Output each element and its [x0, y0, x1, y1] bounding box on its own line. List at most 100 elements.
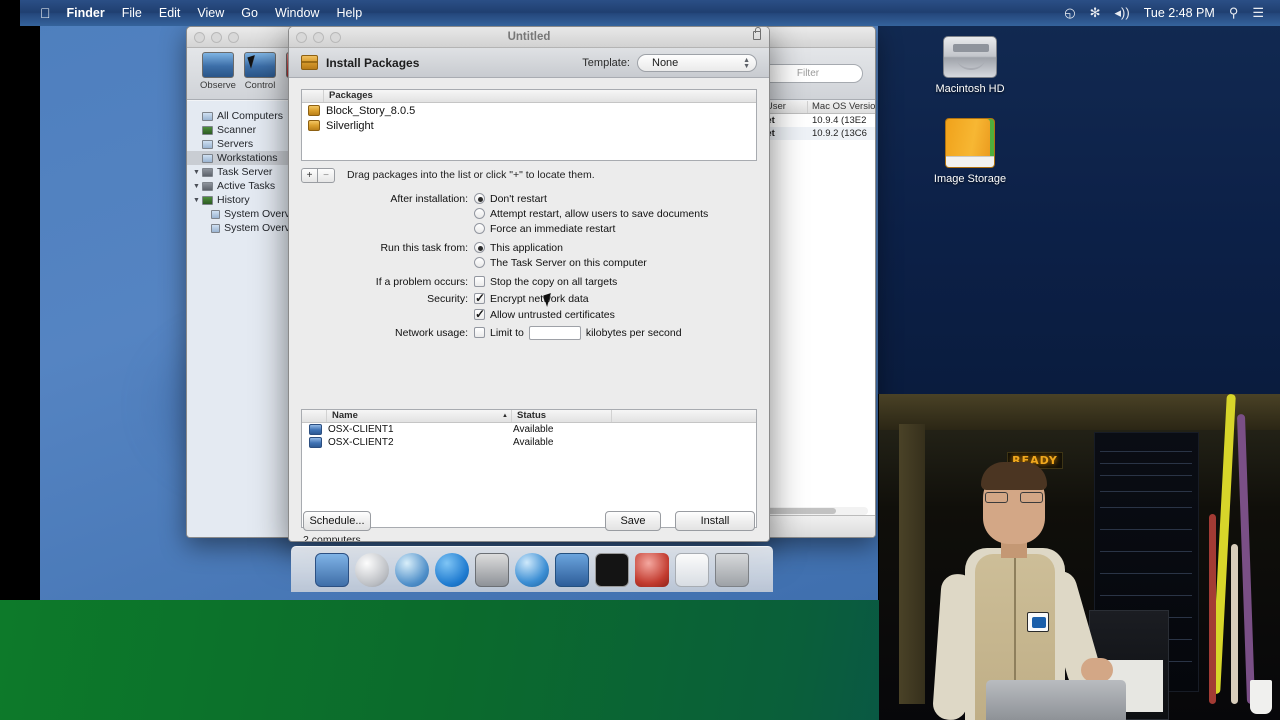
radio-icon[interactable] [474, 223, 485, 234]
install-button[interactable]: Install [675, 511, 755, 531]
sidebar-item-active-tasks[interactable]: ▼ Active Tasks [187, 179, 290, 193]
checkbox-icon[interactable] [474, 291, 485, 305]
finder-icon[interactable] [315, 552, 349, 587]
minimize-icon[interactable] [211, 32, 222, 43]
table-row[interactable]: OSX-CLIENT2 Available [302, 436, 756, 449]
option-row-task-server: The Task Server on this computer [289, 255, 769, 270]
sidebar-item-system-overview-1[interactable]: System Overv [187, 207, 290, 221]
search-icon[interactable]: ⚲ [1229, 5, 1239, 21]
menu-item-help[interactable]: Help [336, 6, 362, 20]
chevron-down-icon[interactable]: ▼ [193, 169, 202, 176]
presenter-hand [1081, 658, 1113, 682]
radio-icon[interactable] [474, 242, 485, 253]
radio-icon[interactable] [474, 208, 485, 219]
toolbar-observe-button[interactable]: Observe [197, 52, 239, 91]
hard-disk-icon [943, 36, 997, 78]
checkbox-limit-to[interactable] [474, 327, 485, 338]
column-header-packages[interactable]: Packages [324, 90, 373, 102]
install-packages-window[interactable]: Untitled Install Packages Template: None… [288, 26, 770, 542]
sidebar-item-all-computers[interactable]: All Computers [187, 109, 290, 123]
column-header-mac-os-version[interactable]: Mac OS Versio [808, 101, 875, 113]
column-header-status[interactable]: ▲ Status [502, 410, 612, 422]
cell-os-version: 10.9.4 (13E2 [812, 115, 867, 126]
menu-item-edit[interactable]: Edit [159, 6, 181, 20]
radio-dont-restart[interactable]: Don't restart [474, 193, 547, 205]
sidebar-item-system-overview-2[interactable]: System Overv [187, 221, 290, 235]
cell-os-version: 10.9.2 (13C6 [812, 128, 867, 139]
sidebar-item-workstations[interactable]: Workstations [187, 151, 290, 165]
sidebar-item-servers[interactable]: Servers [187, 137, 290, 151]
external-drive-icon [945, 118, 995, 168]
toolbar-button-label: Observe [200, 80, 236, 91]
radio-icon[interactable] [474, 257, 485, 268]
menu-bar[interactable]:  Finder File Edit View Go Window Help ◵… [20, 0, 1280, 26]
checkbox-icon[interactable] [474, 307, 485, 321]
desktop-icon-image-storage[interactable]: Image Storage [922, 118, 1018, 185]
notification-center-icon[interactable]: ☰ [1252, 5, 1264, 21]
schedule-button[interactable]: Schedule... [303, 511, 371, 531]
list-item[interactable]: Block_Story_8.0.5 [302, 103, 756, 118]
window-traffic-lights[interactable] [194, 32, 239, 43]
list-item[interactable]: Silverlight [302, 118, 756, 133]
column-header-name[interactable]: Name [327, 410, 512, 422]
menu-item-file[interactable]: File [122, 6, 142, 20]
menu-item-finder[interactable]: Finder [67, 6, 105, 20]
remote-desktop-icon[interactable] [555, 552, 589, 587]
globe-icon[interactable] [515, 552, 549, 587]
minimize-icon[interactable] [313, 32, 324, 43]
workstations-icon [202, 153, 213, 163]
sheet-titlebar[interactable]: Untitled [289, 27, 769, 48]
terminal-icon[interactable] [595, 552, 629, 587]
volume-icon[interactable]: ◂)) [1115, 5, 1130, 21]
close-icon[interactable] [194, 32, 205, 43]
checkbox-stop-copy[interactable]: Stop the copy on all targets [474, 276, 617, 288]
packages-list[interactable]: Packages Block_Story_8.0.5 Silverlight [301, 89, 757, 161]
zoom-icon[interactable] [330, 32, 341, 43]
close-icon[interactable] [296, 32, 307, 43]
app-store-icon[interactable] [435, 552, 469, 587]
option-row-force-restart: Force an immediate restart [289, 221, 769, 236]
lock-icon[interactable] [753, 27, 761, 40]
add-package-button[interactable]: + [301, 167, 318, 183]
chevron-down-icon[interactable]: ▼ [193, 197, 202, 204]
toolbar-control-button[interactable]: Control [239, 52, 281, 91]
checkbox-allow-untrusted-certificates[interactable]: Allow untrusted certificates [474, 307, 615, 321]
chevron-down-icon[interactable]: ▼ [193, 183, 202, 190]
system-preferences-icon[interactable] [475, 552, 509, 587]
trash-icon[interactable] [715, 552, 749, 587]
bluetooth-icon[interactable]: ✻ [1090, 5, 1101, 21]
table-row[interactable]: OSX-CLIENT1 Available [302, 423, 756, 436]
remove-package-button[interactable]: − [318, 167, 335, 183]
sidebar-item-task-server[interactable]: ▼ Task Server [187, 165, 290, 179]
desktop-icon-macintosh-hd[interactable]: Macintosh HD [922, 36, 1018, 95]
radio-attempt-restart[interactable]: Attempt restart, allow users to save doc… [474, 208, 708, 220]
radio-icon[interactable] [474, 193, 485, 204]
radio-label: Don't restart [490, 192, 547, 205]
safari-icon[interactable] [395, 552, 429, 587]
radio-task-server[interactable]: The Task Server on this computer [474, 257, 647, 269]
checkbox-icon[interactable] [474, 276, 485, 287]
radio-label: This application [490, 241, 563, 254]
radio-this-application[interactable]: This application [474, 242, 563, 254]
bandwidth-limit-input[interactable] [528, 325, 581, 340]
zoom-icon[interactable] [228, 32, 239, 43]
radio-force-restart[interactable]: Force an immediate restart [474, 223, 615, 235]
preview-icon[interactable] [675, 552, 709, 587]
menu-item-window[interactable]: Window [275, 6, 319, 20]
menu-bar-clock[interactable]: Tue 2:48 PM [1144, 6, 1215, 20]
checkbox-label: Stop the copy on all targets [490, 275, 618, 288]
sidebar-item-history[interactable]: ▼ History [187, 193, 290, 207]
sheet-traffic-lights[interactable] [296, 32, 341, 43]
checkbox-encrypt-network-data[interactable]: Encrypt network data [474, 291, 589, 305]
template-select[interactable]: None ▲ ▼ [637, 53, 757, 72]
sidebar-item-scanner[interactable]: Scanner [187, 123, 290, 137]
red-app-icon[interactable] [635, 552, 669, 587]
launchpad-icon[interactable] [355, 552, 389, 587]
dock[interactable] [291, 546, 773, 592]
menu-item-go[interactable]: Go [241, 6, 258, 20]
save-button[interactable]: Save [605, 511, 661, 531]
apple-logo-icon[interactable]:  [40, 5, 51, 21]
menu-item-view[interactable]: View [197, 6, 224, 20]
time-machine-icon[interactable]: ◵ [1064, 5, 1075, 21]
background-window-sidebar[interactable]: All Computers Scanner Servers Workstatio… [187, 101, 291, 537]
